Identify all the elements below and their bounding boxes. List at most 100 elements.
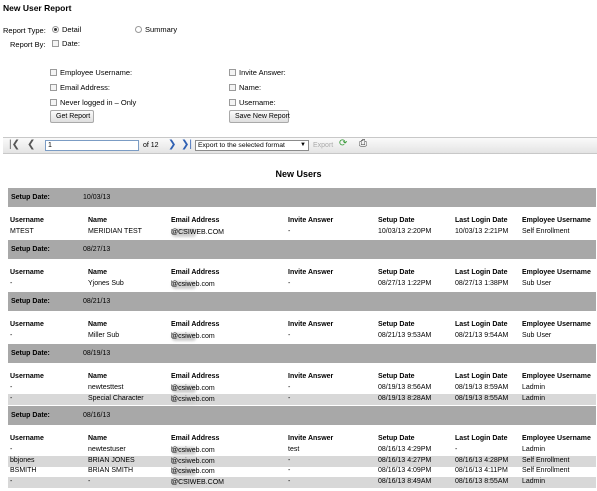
cell-setup-date: 08/16/13 8:49AM: [378, 477, 432, 485]
cell-email-domain: @csiweb.com: [171, 457, 215, 465]
cell-employee-username: Ladmin: [522, 384, 545, 391]
radio-selected-icon: [52, 26, 59, 33]
name-label: Name:: [239, 83, 262, 92]
column-header: Email Address: [171, 269, 220, 276]
cell-setup-date: 08/16/13 4:27PM: [378, 456, 432, 464]
cell-last-login: 10/03/13 2:21PM: [455, 228, 509, 235]
column-header: Setup Date: [378, 435, 415, 442]
detail-radio[interactable]: Detail: [52, 25, 81, 34]
summary-radio[interactable]: Summary: [135, 25, 177, 34]
get-report-button[interactable]: Get Report: [50, 110, 94, 123]
table-header-row: Username Name Email Address Invite Answer Se…: [8, 216, 596, 227]
cell-email-domain: @csiweb.com: [171, 385, 215, 392]
table-row[interactable]: --LAUR@CSIWEB.COM-08/16/13 8:49AM08/16/1…: [8, 476, 596, 488]
cell-email-domain: @CSIWEB.COM: [171, 478, 224, 486]
invite-answer-checkbox[interactable]: Invite Answer:: [229, 68, 286, 77]
column-header: Employee Username: [522, 435, 591, 442]
cell-employee-username: Sub User: [522, 332, 552, 339]
save-new-report-button[interactable]: Save New Report: [229, 110, 290, 123]
column-header: Username: [10, 217, 44, 224]
column-header: Employee Username: [522, 373, 591, 380]
setup-date-value: 08/19/13: [83, 350, 111, 357]
column-header: Employee Username: [522, 217, 591, 224]
table-row[interactable]: bbjonesBRIAN JONESlaura@csiweb.com-08/16…: [8, 455, 596, 467]
export-format-select[interactable]: Export to the selected format ▼: [195, 140, 309, 151]
never-logged-in-checkbox[interactable]: Never logged in – Only: [50, 98, 136, 107]
cell-invite-answer: -: [288, 384, 291, 391]
setup-date-header: Setup Date: 08/16/13: [8, 406, 596, 425]
cell-email-domain: @CSIWEB.COM: [171, 229, 224, 236]
setup-date-header: Setup Date: 10/03/13: [8, 188, 596, 207]
cell-username: -: [10, 280, 13, 287]
cell-setup-date: 08/16/13 4:29PM: [378, 446, 432, 453]
cell-name: newtesttest: [88, 384, 124, 391]
cell-email-domain: @csiweb.com: [171, 468, 215, 475]
last-page-icon[interactable]: ❯|: [181, 139, 192, 151]
setup-date-value: 08/21/13: [83, 298, 111, 305]
refresh-icon[interactable]: ⟳: [339, 138, 347, 150]
checkbox-icon: [52, 40, 59, 47]
column-header: Invite Answer: [288, 435, 334, 442]
table-row[interactable]: -Special Characterlaura@csiweb.com-08/19…: [8, 393, 596, 405]
table-row[interactable]: MTESTMERIDIAN TESTLAURA@CSIWEB.COM-10/03…: [8, 227, 596, 238]
setup-date-header: Setup Date: 08/21/13: [8, 292, 596, 311]
employee-username-label: Employee Username:: [60, 68, 133, 77]
cell-employee-username: Self Enrollment: [522, 228, 570, 235]
cell-name: Miller Sub: [88, 332, 120, 339]
table-row[interactable]: -newtesttestlaura@csiweb.com-08/19/13 8:…: [8, 383, 596, 394]
table-row[interactable]: BSMITHBRIAN SMITHlaura@csiweb.com-08/16/…: [8, 466, 596, 477]
column-header: Email Address: [171, 321, 220, 328]
cell-last-login: 08/21/13 9:54AM: [455, 332, 509, 339]
cell-invite-answer: -: [288, 280, 291, 287]
username-checkbox[interactable]: Username:: [229, 98, 276, 107]
cell-invite-answer: -: [288, 467, 291, 474]
cell-username: bbjones: [10, 456, 35, 464]
detail-radio-label: Detail: [62, 25, 82, 34]
setup-date-value: 08/27/13: [83, 246, 111, 253]
date-checkbox-label: Date:: [62, 39, 80, 48]
table-row[interactable]: -Miller Sublaura@csiweb.com-08/21/13 9:5…: [8, 331, 596, 342]
cell-employee-username: Ladmin: [522, 394, 545, 402]
column-header: Last Login Date: [455, 321, 508, 328]
column-header: Name: [88, 217, 108, 224]
name-checkbox[interactable]: Name:: [229, 83, 261, 92]
cell-last-login: -: [455, 446, 458, 453]
cell-last-login: 08/19/13 8:59AM: [455, 384, 509, 391]
cell-last-login: 08/27/13 1:38PM: [455, 280, 509, 287]
column-header: Employee Username: [522, 321, 591, 328]
print-icon[interactable]: ⎙: [359, 138, 367, 150]
column-header: Email Address: [171, 373, 220, 380]
employee-username-checkbox[interactable]: Employee Username:: [50, 68, 132, 77]
column-header: Last Login Date: [455, 217, 508, 224]
next-page-icon[interactable]: ❯: [168, 139, 176, 151]
page-number-input[interactable]: 1: [45, 140, 139, 151]
cell-name: MERIDIAN TEST: [88, 228, 142, 235]
column-header: Email Address: [171, 217, 220, 224]
column-header: Invite Answer: [288, 373, 334, 380]
cell-invite-answer: -: [288, 228, 291, 235]
export-link[interactable]: Export: [313, 142, 333, 149]
first-page-icon[interactable]: |❮: [9, 139, 20, 151]
cell-employee-username: Ladmin: [522, 446, 545, 453]
date-checkbox[interactable]: Date:: [52, 39, 80, 48]
previous-page-icon[interactable]: ❮: [27, 139, 35, 151]
invite-answer-label: Invite Answer:: [239, 68, 286, 77]
setup-date-header: Setup Date: 08/19/13: [8, 344, 596, 363]
cell-last-login: 08/16/13 4:11PM: [455, 467, 508, 474]
column-header: Last Login Date: [455, 435, 508, 442]
email-address-checkbox[interactable]: Email Address:: [50, 83, 110, 92]
cell-username: -: [10, 477, 13, 485]
summary-radio-label: Summary: [145, 25, 178, 34]
column-header: Invite Answer: [288, 217, 334, 224]
setup-date-label: Setup Date:: [11, 246, 50, 253]
checkbox-icon: [50, 99, 57, 106]
cell-last-login: 08/19/13 8:55AM: [455, 394, 509, 402]
setup-date-value: 10/03/13: [83, 194, 111, 201]
cell-username: MTEST: [10, 228, 34, 235]
table-row[interactable]: -Yjones Sublaura@csiweb.com-08/27/13 1:2…: [8, 279, 596, 290]
cell-name: -: [88, 477, 91, 485]
cell-name: BRIAN SMITH: [88, 467, 134, 474]
table-row[interactable]: -newtestuserlaura@csiweb.comtest08/16/13…: [8, 445, 596, 456]
cell-email-domain: @csiweb.com: [171, 333, 215, 340]
column-header: Name: [88, 321, 108, 328]
